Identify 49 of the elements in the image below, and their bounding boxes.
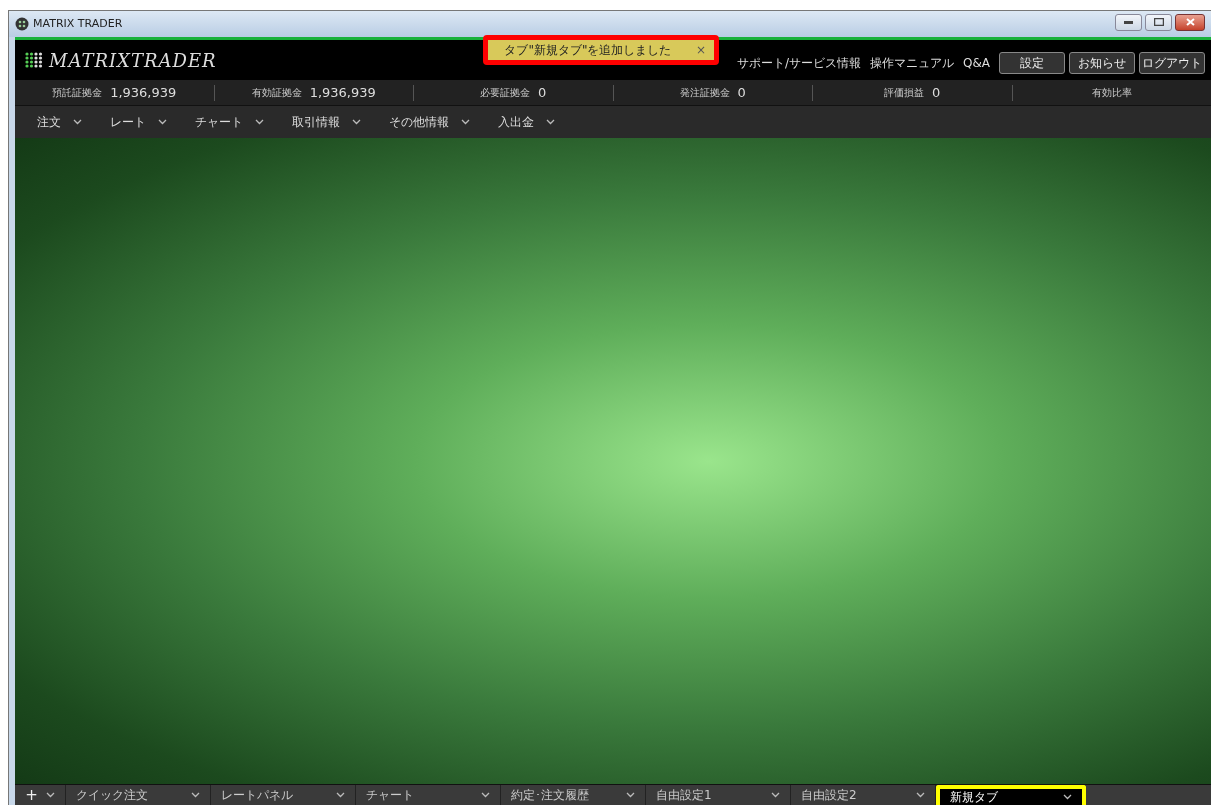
menu-item[interactable]: 入出金 xyxy=(498,113,555,131)
header-link[interactable]: サポート/サービス情報 xyxy=(736,54,861,72)
caret-icon xyxy=(461,119,470,125)
caret-icon xyxy=(255,119,264,125)
notification-text: タブ"新規タブ"を追加しました xyxy=(503,42,673,59)
stat-label: 有効比率 xyxy=(1091,86,1132,100)
caret-icon xyxy=(45,792,55,798)
caret-icon xyxy=(916,792,925,798)
logo-text: MATRIXTRADER xyxy=(49,48,217,73)
stat-value: 0 xyxy=(538,83,547,102)
tab[interactable]: 新規タブ xyxy=(940,789,1082,805)
menu-item[interactable]: チャート xyxy=(195,113,264,131)
menu-item[interactable]: 取引情報 xyxy=(292,113,361,131)
menu-item[interactable]: その他情報 xyxy=(389,113,470,131)
minimize-button[interactable] xyxy=(1115,13,1142,31)
window-title: MATRIX TRADER xyxy=(33,15,123,32)
header-button[interactable]: お知らせ xyxy=(1069,52,1135,74)
close-button[interactable]: × xyxy=(687,41,714,59)
caret-icon xyxy=(191,792,200,798)
caret-icon xyxy=(546,119,555,125)
logo-icon xyxy=(25,52,43,68)
maximize-icon xyxy=(1153,18,1164,26)
caret-icon xyxy=(73,119,82,125)
caret-icon xyxy=(771,792,780,798)
caret-icon xyxy=(158,119,167,125)
menu-item[interactable]: 注文 xyxy=(37,113,82,131)
stat-label: 有効証拠金 xyxy=(251,86,302,100)
caret-icon xyxy=(1063,794,1072,800)
caret-icon xyxy=(626,792,635,798)
caret-icon xyxy=(352,119,361,125)
stat-label: 発注証拠金 xyxy=(679,86,730,100)
stat-label: 評価損益 xyxy=(884,86,925,100)
header-button[interactable]: 設定 xyxy=(999,52,1065,74)
header-link[interactable]: Q&A xyxy=(963,54,990,72)
caret-icon xyxy=(481,792,490,798)
stat-value: 0 xyxy=(932,83,941,102)
stat-label: 必要証拠金 xyxy=(480,86,531,100)
close-icon xyxy=(1185,18,1195,26)
maximize-button[interactable] xyxy=(1145,13,1172,31)
header-link[interactable]: 操作マニュアル xyxy=(870,54,954,72)
stat-value: 0 xyxy=(737,83,746,102)
minimize-icon xyxy=(1124,20,1133,24)
stat-value: 1,936,939 xyxy=(110,83,177,102)
header-button[interactable]: ログアウト xyxy=(1139,52,1205,74)
menu-item[interactable]: レート xyxy=(110,113,167,131)
stat-value: 1,936,939 xyxy=(309,83,376,102)
close-button[interactable] xyxy=(1175,13,1205,31)
caret-icon xyxy=(336,792,345,798)
stat-label: 預託証拠金 xyxy=(52,86,103,100)
